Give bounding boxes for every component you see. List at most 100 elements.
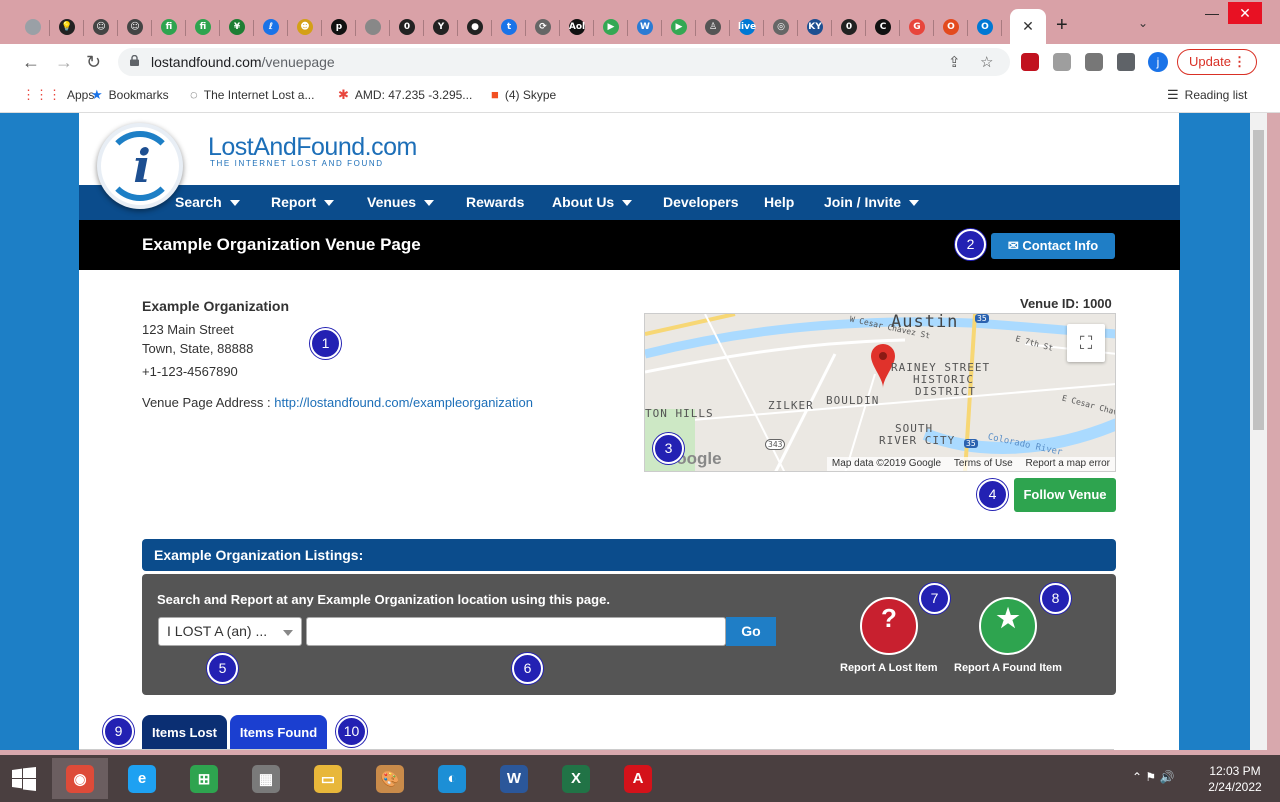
browser-tab[interactable]: ☺ bbox=[84, 12, 118, 42]
windows-start-icon[interactable] bbox=[12, 767, 36, 791]
taskbar-paint[interactable]: 🎨 bbox=[362, 758, 418, 799]
map-report-error-link[interactable]: Report a map error bbox=[1026, 458, 1110, 469]
browser-tab[interactable]: O bbox=[934, 12, 968, 42]
browser-tab[interactable]: ⟳ bbox=[526, 12, 560, 42]
report-lost-button[interactable]: ? bbox=[860, 597, 918, 655]
browser-tab[interactable]: p bbox=[322, 12, 356, 42]
browser-tab[interactable]: fi bbox=[186, 12, 220, 42]
lost-item-select[interactable]: I LOST A (an) ... bbox=[158, 617, 302, 646]
taskbar-excel[interactable]: X bbox=[548, 758, 604, 799]
browser-tab[interactable]: fi bbox=[152, 12, 186, 42]
nav-venues[interactable]: Venues bbox=[367, 194, 435, 210]
bookmark-amd[interactable]: ✱ AMD: 47.235 -3.295... bbox=[338, 87, 472, 103]
browser-tab[interactable] bbox=[356, 12, 390, 42]
nav-help[interactable]: Help bbox=[764, 194, 794, 210]
browser-tab[interactable]: 0 bbox=[390, 12, 424, 42]
star-icon: ★ bbox=[91, 87, 103, 102]
report-lost-label[interactable]: Report A Lost Item bbox=[840, 662, 938, 674]
browser-tab[interactable]: ▶ bbox=[662, 12, 696, 42]
browser-tab[interactable]: ¥ bbox=[220, 12, 254, 42]
browser-tab[interactable]: t bbox=[492, 12, 526, 42]
browser-tab[interactable]: ☻ bbox=[288, 12, 322, 42]
window-close-button[interactable]: ✕ bbox=[1228, 2, 1262, 24]
browser-tab[interactable]: Y bbox=[424, 12, 458, 42]
taskbar-calculator[interactable]: ▦ bbox=[238, 758, 294, 799]
taskbar-file-explorer[interactable]: ▭ bbox=[300, 758, 356, 799]
browser-tab[interactable]: KY bbox=[798, 12, 832, 42]
browser-tab[interactable]: O bbox=[968, 12, 1002, 42]
site-logo[interactable]: i bbox=[97, 123, 183, 209]
reload-icon[interactable]: ↻ bbox=[86, 52, 101, 73]
blank-globe-icon bbox=[25, 19, 41, 35]
camera-extension-icon[interactable] bbox=[1085, 53, 1103, 71]
page-scrollbar[interactable] bbox=[1250, 113, 1267, 750]
tab-search-button[interactable]: ⌄ bbox=[1138, 16, 1148, 30]
browser-tab[interactable]: ▶ bbox=[594, 12, 628, 42]
report-found-button[interactable]: ★ bbox=[979, 597, 1037, 655]
taskbar-internet-explorer[interactable]: e bbox=[114, 758, 170, 799]
profile-avatar[interactable]: j bbox=[1148, 52, 1168, 72]
map-neighborhood-label: RIVER CITY bbox=[879, 434, 956, 447]
g-red-icon: G bbox=[909, 19, 925, 35]
bookmark-lostandfound[interactable]: ◌ The Internet Lost a... bbox=[190, 87, 314, 102]
bookmark-bookmarks[interactable]: ★ Bookmarks bbox=[91, 87, 169, 103]
extensions-puzzle-icon[interactable] bbox=[1117, 53, 1135, 71]
search-input[interactable] bbox=[306, 617, 726, 646]
highway-343-label: 343 bbox=[765, 439, 786, 450]
bookmark-skype[interactable]: ■ (4) Skype bbox=[491, 87, 556, 102]
browser-tab[interactable] bbox=[16, 12, 50, 42]
browser-tab[interactable]: ● bbox=[458, 12, 492, 42]
brand-name[interactable]: LostAndFound.com bbox=[208, 133, 417, 162]
translate-extension-icon[interactable] bbox=[1053, 53, 1071, 71]
update-button[interactable]: Update ⋮ bbox=[1177, 49, 1257, 75]
browser-tab[interactable]: 💡 bbox=[50, 12, 84, 42]
tab-items-found[interactable]: Items Found bbox=[230, 715, 327, 750]
brand-tagline: THE INTERNET LOST AND FOUND bbox=[210, 159, 384, 168]
browser-tab[interactable]: W bbox=[628, 12, 662, 42]
browser-tab[interactable]: ℓ bbox=[254, 12, 288, 42]
browser-tab[interactable]: live bbox=[730, 12, 764, 42]
go-button[interactable]: Go bbox=[726, 617, 776, 646]
browser-tab[interactable]: ☺ bbox=[118, 12, 152, 42]
system-tray[interactable]: ⌃ ⚑ 🔊 bbox=[1132, 770, 1174, 784]
taskbar-edge[interactable]: ◐ bbox=[424, 758, 480, 799]
bookmark-apps[interactable]: ⋮⋮⋮ Apps bbox=[22, 87, 94, 103]
taskbar-chrome[interactable]: ◉ bbox=[52, 758, 108, 799]
taskbar-acrobat[interactable]: A bbox=[610, 758, 666, 799]
nav-join-invite[interactable]: Join / Invite bbox=[824, 194, 920, 210]
browser-tab[interactable]: 0 bbox=[832, 12, 866, 42]
nav-report[interactable]: Report bbox=[271, 194, 335, 210]
nav-about-us[interactable]: About Us bbox=[552, 194, 633, 210]
browser-tab[interactable]: C bbox=[866, 12, 900, 42]
shield-extension-icon[interactable] bbox=[1021, 53, 1039, 71]
address-bar[interactable]: lostandfound.com/venuepage ⇪ ☆ bbox=[118, 48, 1010, 76]
browser-tab[interactable]: G bbox=[900, 12, 934, 42]
aol-icon: Aol bbox=[569, 19, 585, 35]
fullscreen-icon[interactable]: ⛶ bbox=[1067, 324, 1105, 362]
tab-items-lost[interactable]: Items Lost bbox=[142, 715, 227, 750]
reading-list[interactable]: ☰ Reading list bbox=[1167, 87, 1247, 103]
nav-developers[interactable]: Developers bbox=[663, 194, 738, 210]
browser-tab[interactable]: ◎ bbox=[764, 12, 798, 42]
share-icon[interactable]: ⇪ bbox=[948, 53, 961, 71]
venue-map[interactable]: Austin W Cesar Chavez St E 7th St RAINEY… bbox=[644, 313, 1116, 472]
taskbar-word[interactable]: W bbox=[486, 758, 542, 799]
back-arrow-icon[interactable]: ← bbox=[22, 52, 40, 73]
nav-search[interactable]: Search bbox=[175, 194, 240, 210]
taskbar-store[interactable]: ⊞ bbox=[176, 758, 232, 799]
contact-info-button[interactable]: ✉ Contact Info bbox=[991, 233, 1115, 259]
scrollbar-thumb[interactable] bbox=[1253, 130, 1264, 430]
map-terms-link[interactable]: Terms of Use bbox=[954, 458, 1013, 469]
bookmark-star-icon[interactable]: ☆ bbox=[980, 53, 993, 71]
report-found-label[interactable]: Report A Found Item bbox=[954, 662, 1062, 674]
nav-rewards[interactable]: Rewards bbox=[466, 194, 524, 210]
new-tab-button[interactable]: + bbox=[1056, 14, 1068, 37]
follow-venue-button[interactable]: Follow Venue bbox=[1014, 478, 1116, 512]
close-tab-icon[interactable]: ✕ bbox=[1022, 18, 1034, 35]
active-tab[interactable]: ✕ bbox=[1010, 9, 1046, 44]
venue-address-link[interactable]: http://lostandfound.com/exampleorganizat… bbox=[274, 395, 533, 410]
browser-tab[interactable]: ♙ bbox=[696, 12, 730, 42]
system-clock[interactable]: 12:03 PM 2/24/2022 bbox=[1200, 763, 1270, 795]
browser-tab[interactable]: Aol bbox=[560, 12, 594, 42]
forward-arrow-icon[interactable]: → bbox=[55, 52, 73, 73]
